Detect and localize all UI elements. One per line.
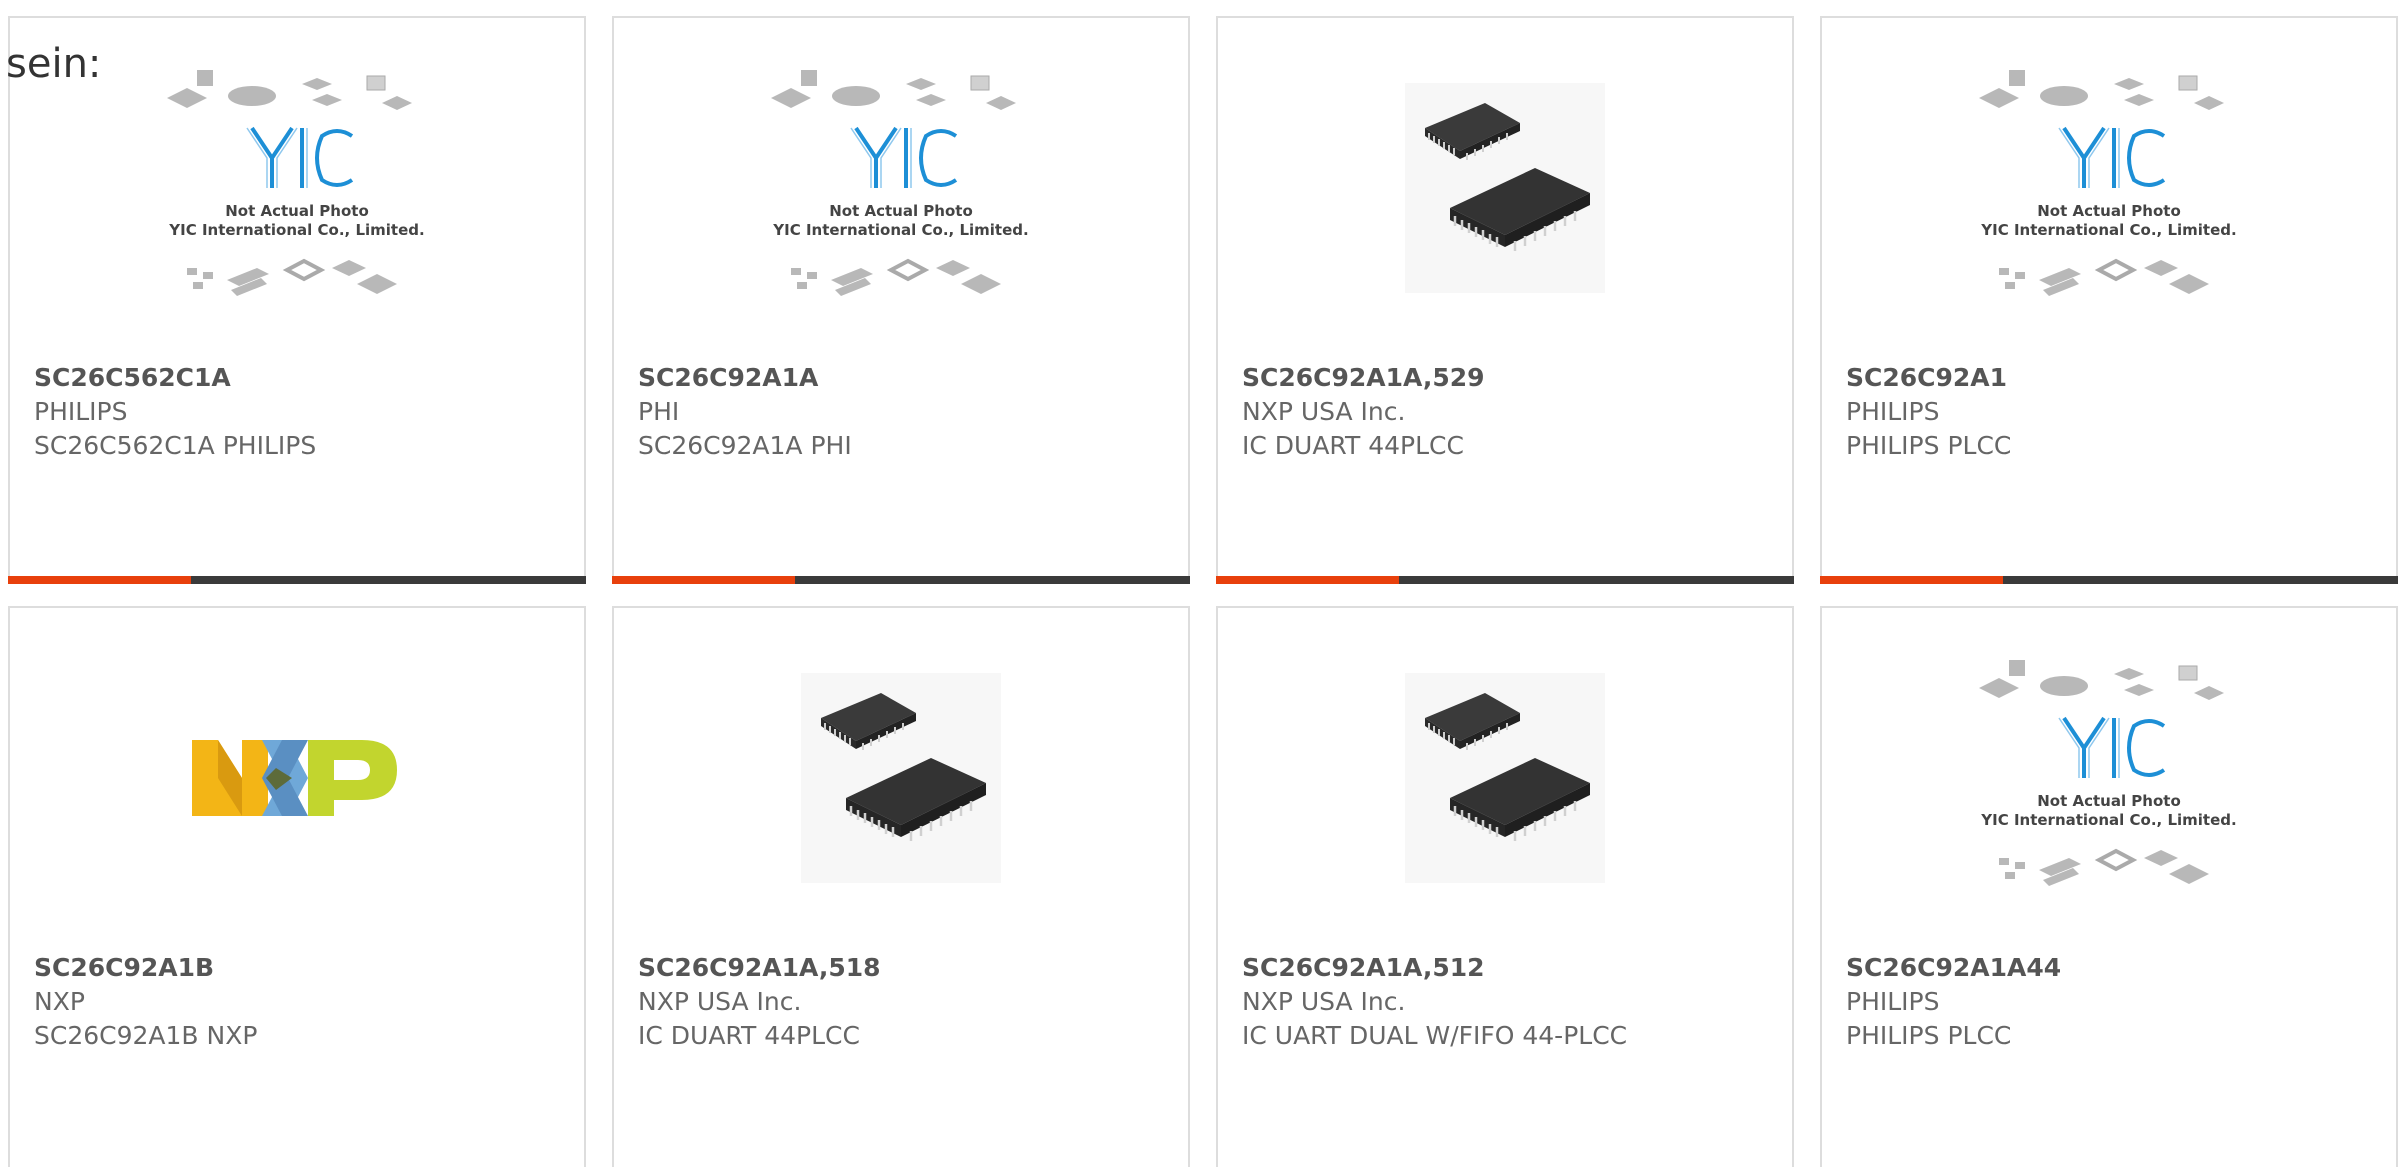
card-accent-bar [612,576,1190,584]
card-accent-highlight [612,576,795,584]
part-number[interactable]: SC26C92A1A44 [1846,951,2376,985]
description: PHILIPS PLCC [1846,1021,2012,1050]
product-card[interactable]: SC26C92A1A,512 NXP USA Inc. IC UART DUAL… [1216,606,1794,1167]
plcc-chip-image [1405,673,1605,883]
product-grid-page: sein: Not Actual Photo YIC International… [0,0,2400,1167]
card-accent-bar [8,576,586,584]
description: PHILIPS PLCC [1846,431,2012,460]
manufacturer: PHILIPS [1846,397,1940,426]
part-number[interactable]: SC26C92A1A,512 [1242,951,1772,985]
placeholder-line2: YIC International Co., Limited. [772,221,1028,239]
manufacturer: NXP USA Inc. [638,987,802,1016]
product-grid: Not Actual Photo YIC International Co., … [8,16,2400,1167]
plcc-chip-image [1405,83,1605,293]
placeholder-line1: Not Actual Photo [225,202,369,220]
part-number[interactable]: SC26C92A1A,529 [1242,361,1772,395]
product-card[interactable]: SC26C92A1B NXP SC26C92A1B NXP [8,606,586,1167]
manufacturer: NXP USA Inc. [1242,397,1406,426]
placeholder-line2: YIC International Co., Limited. [1980,221,2236,239]
card-accent-highlight [1820,576,2003,584]
yic-placeholder-image: Not Actual Photo YIC International Co., … [167,70,425,296]
description: SC26C92A1A PHI [638,431,852,460]
product-card[interactable]: Not Actual Photo YIC International Co., … [1820,16,2398,584]
card-accent-highlight [1216,576,1399,584]
placeholder-line1: Not Actual Photo [2037,792,2181,810]
placeholder-line1: Not Actual Photo [829,202,973,220]
manufacturer: PHILIPS [34,397,128,426]
product-image [1218,608,1792,948]
placeholder-line1: Not Actual Photo [2037,202,2181,220]
product-image [614,608,1188,948]
placeholder-line2: YIC International Co., Limited. [1980,811,2236,829]
manufacturer: PHILIPS [1846,987,1940,1016]
product-image: Not Actual Photo YIC International Co., … [1822,18,2396,358]
part-number[interactable]: SC26C92A1B [34,951,564,985]
yic-placeholder-image: Not Actual Photo YIC International Co., … [1979,70,2237,296]
manufacturer: PHI [638,397,680,426]
prefix-text: sein: [6,41,102,87]
yic-placeholder-image: Not Actual Photo YIC International Co., … [771,70,1029,296]
card-accent-highlight [8,576,191,584]
placeholder-line2: YIC International Co., Limited. [168,221,424,239]
description: IC DUART 44PLCC [1242,431,1464,460]
description: IC UART DUAL W/FIFO 44-PLCC [1242,1021,1628,1050]
part-number[interactable]: SC26C92A1 [1846,361,2376,395]
description: IC DUART 44PLCC [638,1021,860,1050]
yic-placeholder-image: Not Actual Photo YIC International Co., … [1979,660,2237,886]
product-image [10,608,584,948]
manufacturer: NXP USA Inc. [1242,987,1406,1016]
card-accent-bar [1820,576,2398,584]
product-card[interactable]: SC26C92A1A,529 NXP USA Inc. IC DUART 44P… [1216,16,1794,584]
part-number[interactable]: SC26C92A1A [638,361,1168,395]
description: SC26C92A1B NXP [34,1021,258,1050]
nxp-logo-image [192,740,397,816]
product-image [1218,18,1792,358]
product-image: Not Actual Photo YIC International Co., … [614,18,1188,358]
plcc-chip-image [801,673,1001,883]
card-accent-bar [1216,576,1794,584]
product-card[interactable]: Not Actual Photo YIC International Co., … [612,16,1190,584]
product-card[interactable]: SC26C92A1A,518 NXP USA Inc. IC DUART 44P… [612,606,1190,1167]
product-card[interactable]: Not Actual Photo YIC International Co., … [8,16,586,584]
part-number[interactable]: SC26C92A1A,518 [638,951,1168,985]
product-card[interactable]: Not Actual Photo YIC International Co., … [1820,606,2398,1167]
product-image: Not Actual Photo YIC International Co., … [1822,608,2396,948]
part-number[interactable]: SC26C562C1A [34,361,564,395]
manufacturer: NXP [34,987,85,1016]
description: SC26C562C1A PHILIPS [34,431,317,460]
